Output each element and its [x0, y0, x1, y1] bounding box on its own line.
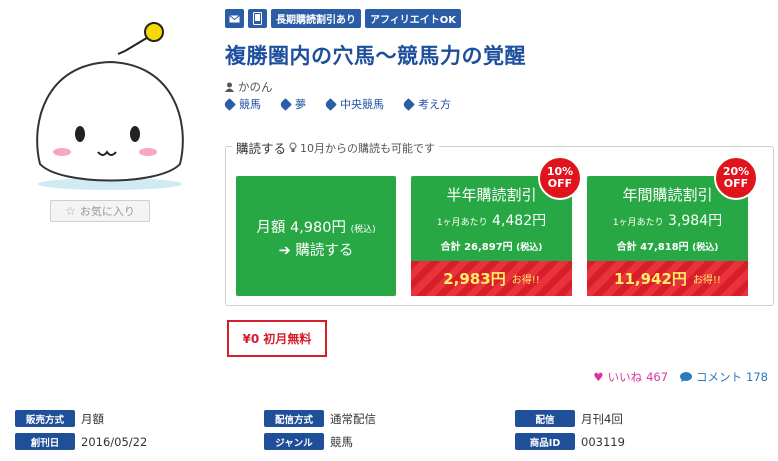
tag-row: 長期購読割引あり アフィリエイトOK [225, 9, 462, 28]
info-product-id: 商品ID 003119 [515, 433, 625, 450]
discount-off: OFF [723, 177, 749, 190]
category-item[interactable]: 競馬 [223, 96, 261, 112]
affiliate-ok-tag: アフィリエイトOK [365, 9, 462, 28]
total-line: 合計 26,897円 (税込) [411, 238, 572, 253]
social-counts: ♥ いいね 467 コメント 178 [593, 369, 768, 385]
info-key: ジャンル [264, 433, 324, 450]
speech-bubble-icon [680, 372, 693, 382]
monthly-price: 月額 4,980円 [256, 220, 346, 236]
total-price: 26,897円 [464, 242, 513, 253]
category-label: 中央競馬 [340, 98, 384, 111]
info-delivery-method: 配信方式 通常配信 [264, 410, 376, 427]
info-key: 販売方式 [15, 410, 75, 427]
category-item[interactable]: 考え方 [402, 96, 451, 112]
subscribe-heading-label: 購読する [236, 141, 287, 156]
info-value: 2016/05/22 [81, 434, 148, 449]
magazine-avatar [30, 14, 190, 194]
monthly-cta-label: 購読する [295, 243, 354, 259]
savings-amount: 11,942円 [614, 270, 687, 288]
author-link[interactable]: かのん [225, 79, 273, 95]
total-label: 合計 [440, 242, 461, 253]
info-sale-method: 販売方式 月額 [15, 410, 104, 427]
discount-off: OFF [547, 177, 573, 190]
info-genre: ジャンル 競馬 [264, 433, 353, 450]
tag-icon [223, 97, 236, 111]
like-button[interactable]: ♥ いいね 467 [593, 369, 668, 385]
mobile-phone-icon [253, 12, 262, 25]
info-value: 月刊4回 [581, 411, 623, 426]
per-month-line: 1ヶ月あたり 3,984円 [587, 210, 748, 230]
category-label: 考え方 [418, 98, 451, 111]
category-item[interactable]: 中央競馬 [324, 96, 384, 112]
per-month-price: 4,482円 [492, 213, 547, 229]
subscribe-note: 10月からの購読も可能です [300, 141, 436, 155]
subscribe-heading: 購読する 10月からの購読も可能です [232, 138, 440, 157]
like-label: いいね [607, 370, 643, 384]
total-price: 47,818円 [640, 242, 689, 253]
arrow-right-icon: ➔ [278, 243, 291, 259]
savings-banner: 11,942円 お得!! [587, 261, 748, 296]
total-line: 合計 47,818円 (税込) [587, 238, 748, 253]
discount-badge: 10% OFF [538, 156, 582, 200]
lightbulb-icon [289, 142, 297, 152]
savings-amount: 2,983円 [443, 270, 506, 288]
category-label: 夢 [295, 98, 306, 111]
info-key: 配信方式 [264, 410, 324, 427]
comment-count: 178 [746, 370, 768, 384]
favorite-label: お気に入り [79, 205, 135, 218]
tag-icon [279, 97, 292, 111]
info-created: 創刊日 2016/05/22 [15, 433, 147, 450]
free-first-month-badge: ¥0 初月無料 [227, 320, 327, 357]
tag-icon [324, 97, 337, 111]
category-label: 競馬 [239, 98, 261, 111]
tax-note: (税込) [350, 225, 376, 235]
info-value: 通常配信 [330, 411, 376, 426]
per-month-line: 1ヶ月あたり 4,482円 [411, 210, 572, 230]
comment-button[interactable]: コメント 178 [680, 369, 768, 385]
user-icon [225, 82, 234, 92]
star-icon: ☆ [65, 204, 76, 218]
comment-label: コメント [696, 370, 743, 384]
per-month-label: 1ヶ月あたり [612, 218, 664, 228]
heart-icon: ♥ [593, 370, 604, 384]
tax-note: (税込) [516, 243, 543, 253]
info-value: 競馬 [330, 434, 353, 449]
info-value: 003119 [581, 434, 625, 449]
info-key: 配信 [515, 410, 575, 427]
info-value: 月額 [81, 411, 104, 426]
like-count: 467 [646, 370, 669, 384]
total-label: 合計 [616, 242, 637, 253]
savings-banner: 2,983円 お得!! [411, 261, 572, 296]
info-key: 商品ID [515, 433, 575, 450]
discount-badge: 20% OFF [714, 156, 758, 200]
category-list: 競馬 夢 中央競馬 考え方 [223, 96, 451, 112]
info-key: 創刊日 [15, 433, 75, 450]
savings-label: お得!! [692, 275, 721, 286]
mobile-tag [248, 9, 267, 28]
tax-note: (税込) [692, 243, 719, 253]
author-name: かのん [238, 80, 273, 94]
tag-icon [402, 97, 415, 111]
monthly-plan-button[interactable]: 月額 4,980円 (税込) ➔ 購読する [236, 176, 396, 296]
favorite-button[interactable]: ☆ お気に入り [50, 200, 150, 222]
mail-tag [225, 9, 244, 28]
per-month-label: 1ヶ月あたり [436, 218, 488, 228]
long-term-discount-tag: 長期購読割引あり [271, 9, 361, 28]
per-month-price: 3,984円 [668, 213, 723, 229]
monthly-price-line: 月額 4,980円 (税込) [236, 216, 396, 237]
monthly-cta: ➔ 購読する [236, 239, 396, 260]
savings-label: お得!! [511, 275, 540, 286]
info-delivery: 配信 月刊4回 [515, 410, 623, 427]
magazine-title: 複勝圏内の穴馬〜競馬力の覚醒 [225, 44, 526, 68]
category-item[interactable]: 夢 [279, 96, 306, 112]
mail-icon [229, 14, 240, 22]
